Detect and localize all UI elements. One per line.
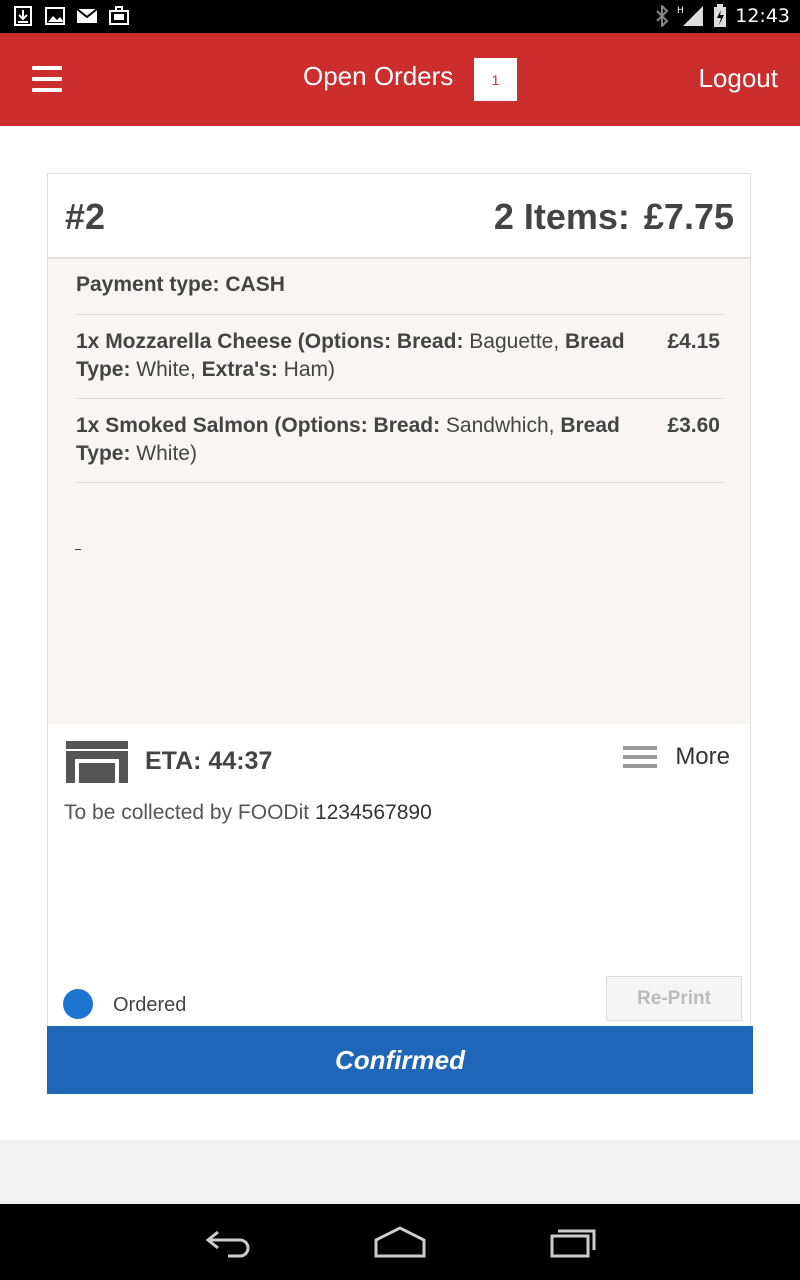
order-total: 2 Items: £7.75 <box>494 196 734 238</box>
logout-button[interactable]: Logout <box>698 63 778 94</box>
battery-icon <box>714 4 727 27</box>
collection-phone: 1234567890 <box>314 801 432 824</box>
bluetooth-icon <box>656 5 669 27</box>
page-title: Open Orders <box>303 61 454 91</box>
more-label: More <box>675 743 730 770</box>
item-price: £3.60 <box>667 414 720 437</box>
navigation-bar <box>0 1204 800 1280</box>
order-total-price: £7.75 <box>643 196 734 237</box>
order-items: Payment type: CASH 1x Mozzarella Cheese … <box>48 259 750 724</box>
status-time: 12:43 <box>735 5 790 27</box>
signal-icon: H <box>677 6 704 26</box>
menu-icon[interactable] <box>32 66 62 92</box>
download-icon <box>14 6 32 26</box>
item-options-label: (Options: Bread: <box>291 330 464 353</box>
item-bread-type: White) <box>130 442 197 465</box>
mail-icon <box>76 8 98 23</box>
item-extras: Ham) <box>277 358 336 381</box>
item-price: £4.15 <box>667 330 720 353</box>
home-icon[interactable] <box>370 1224 430 1260</box>
list-item: 1x Smoked Salmon (Options: Bread: Sandwh… <box>76 412 724 468</box>
item-name: 1x Smoked Salmon <box>76 414 269 437</box>
item-bread: Sandwhich, <box>440 414 561 437</box>
status-indicator <box>63 989 93 1019</box>
payment-type: Payment type: CASH <box>76 273 285 296</box>
collection-text: To be collected by FOODit <box>64 801 310 824</box>
order-number: #2 <box>65 196 106 237</box>
app-bar: Open Orders 1 Logout <box>0 33 800 126</box>
divider <box>76 398 724 399</box>
order-header: #2 2 Items: £7.75 <box>48 174 750 259</box>
item-options-label: (Options: Bread: <box>268 414 441 437</box>
confirmed-button[interactable]: Confirmed <box>47 1026 753 1094</box>
collection-info: To be collected by FOODit 1234567890 <box>64 801 432 825</box>
more-button[interactable]: More <box>623 741 730 773</box>
divider <box>76 314 724 315</box>
reprint-button[interactable]: Re-Print <box>606 976 742 1021</box>
recents-icon[interactable] <box>544 1224 604 1260</box>
item-extras-label: Extra's: <box>201 358 278 381</box>
item-name: 1x Mozzarella Cheese <box>76 330 292 353</box>
image-icon <box>45 7 65 25</box>
briefcase-icon <box>109 6 129 25</box>
dash-mark <box>75 549 81 550</box>
more-icon <box>623 741 658 773</box>
store-icon <box>66 741 128 783</box>
eta-time: ETA: 44:37 <box>145 747 273 775</box>
svg-text:H: H <box>677 6 684 16</box>
list-item: 1x Mozzarella Cheese (Options: Bread: Ba… <box>76 328 724 384</box>
eta-section: ETA: 44:37 More To be collected by FOODi… <box>48 725 750 1025</box>
status-bar: H 12:43 <box>0 0 800 33</box>
order-item-count: 2 Items: <box>493 196 630 237</box>
footer-band <box>0 1140 800 1204</box>
order-card: #2 2 Items: £7.75 Payment type: CASH 1x M… <box>47 173 751 1093</box>
divider <box>76 482 724 483</box>
back-icon[interactable] <box>200 1224 260 1260</box>
item-bread-type: White, <box>130 358 202 381</box>
order-count-badge: 1 <box>474 58 517 101</box>
status-label: Ordered <box>113 994 187 1016</box>
item-bread: Baguette, <box>463 330 566 353</box>
